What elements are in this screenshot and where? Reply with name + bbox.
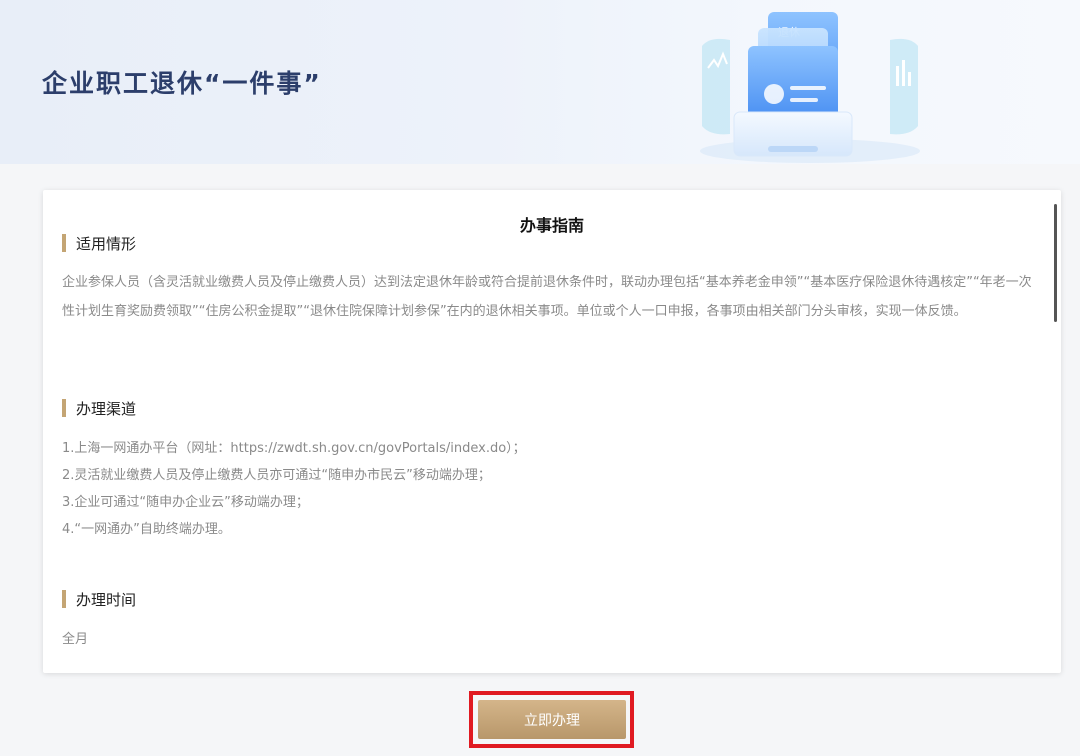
retirement-document-illustration: 退休 <box>700 12 920 163</box>
header-banner: 企业职工退休“一件事” <box>0 0 1080 164</box>
section-body-hours: 全月 <box>62 632 89 647</box>
guide-title: 办事指南 <box>519 216 584 235</box>
section-accent-bar <box>62 234 66 252</box>
section-heading-hours: 办理时间 <box>62 589 136 609</box>
channels-list: 1.上海一网通办平台（网址：https://zwdt.sh.gov.cn/gov… <box>62 435 1040 543</box>
guide-card: 办事指南 适用情形 企业参保人员（含灵活就业缴费人员及停止缴费人员）达到法定退休… <box>43 190 1061 673</box>
section-heading-text: 办理渠道 <box>76 399 137 418</box>
list-item: 2.灵活就业缴费人员及停止缴费人员亦可通过“随申办市民云”移动端办理； <box>62 468 491 483</box>
page-title: 企业职工退休“一件事” <box>42 69 322 98</box>
list-item: 4.“一网通办”自助终端办理。 <box>62 522 231 537</box>
page: 企业职工退休“一件事” 办事指南 适用情形 企业参保人员（含灵活就业缴费人员及停… <box>0 0 1080 756</box>
section-heading-text: 办理时间 <box>76 590 137 609</box>
section-accent-bar <box>62 399 66 417</box>
section-body-applicable-cases: 企业参保人员（含灵活就业缴费人员及停止缴费人员）达到法定退休年龄或符合提前退休条… <box>62 275 1032 319</box>
list-item: 1.上海一网通办平台（网址：https://zwdt.sh.gov.cn/gov… <box>62 441 526 456</box>
section-heading-text: 适用情形 <box>76 234 137 253</box>
section-heading-channels: 办理渠道 <box>62 398 136 418</box>
section-heading-applicable-cases: 适用情形 <box>62 233 136 253</box>
apply-now-button[interactable]: 立即办理 <box>478 700 626 739</box>
section-accent-bar <box>62 590 66 608</box>
list-item: 3.企业可通过“随申办企业云”移动端办理； <box>62 495 309 510</box>
